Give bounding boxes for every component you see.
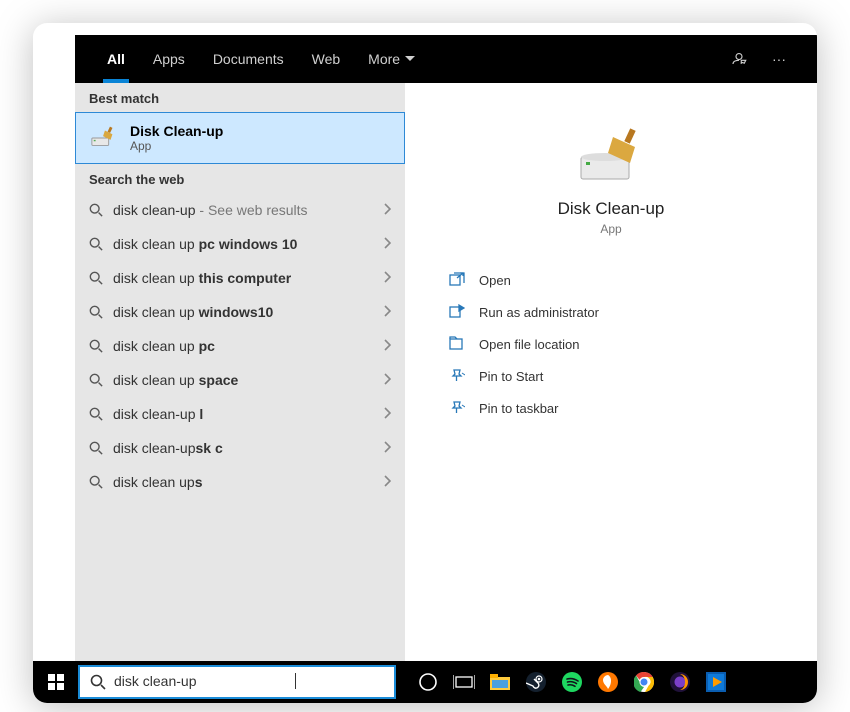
- suggestion-text: disk clean ups: [113, 474, 373, 490]
- suggestion-text: disk clean up space: [113, 372, 373, 388]
- web-suggestion[interactable]: disk clean-up l: [75, 397, 405, 431]
- suggestion-text: disk clean-up - See web results: [113, 202, 373, 218]
- result-detail: Disk Clean-up App Open Run as administrat…: [405, 83, 817, 661]
- section-web: Search the web: [75, 164, 405, 193]
- section-best-match: Best match: [75, 83, 405, 112]
- results-list: Best match Disk Clean-up App Search the …: [75, 83, 405, 661]
- firefox-icon[interactable]: [666, 668, 694, 696]
- steam-icon[interactable]: [522, 668, 550, 696]
- web-suggestion[interactable]: disk clean up space: [75, 363, 405, 397]
- chevron-right-icon: [383, 406, 391, 422]
- action-label: Open: [479, 273, 511, 288]
- tab-all[interactable]: All: [93, 35, 139, 83]
- options-icon[interactable]: ···: [759, 51, 799, 67]
- chevron-right-icon: [383, 372, 391, 388]
- admin-icon: [449, 304, 465, 321]
- search-input[interactable]: [114, 673, 295, 689]
- chevron-right-icon: [383, 338, 391, 354]
- tab-more[interactable]: More: [354, 35, 429, 83]
- detail-subtitle: App: [600, 222, 621, 236]
- suggestion-text: disk clean up pc windows 10: [113, 236, 373, 252]
- suggestion-text: disk clean up pc: [113, 338, 373, 354]
- tab-web[interactable]: Web: [298, 35, 355, 83]
- action-label: Pin to taskbar: [479, 401, 559, 416]
- detail-title: Disk Clean-up: [558, 199, 665, 219]
- start-button[interactable]: [36, 661, 76, 703]
- pinstart-icon: [449, 369, 465, 384]
- web-suggestion[interactable]: disk clean up pc: [75, 329, 405, 363]
- taskbar: [33, 661, 817, 703]
- action-pinstart[interactable]: Pin to Start: [449, 360, 801, 392]
- pintask-icon: [449, 401, 465, 416]
- search-tabs: All Apps Documents Web More ···: [75, 35, 817, 83]
- action-folder[interactable]: Open file location: [449, 328, 801, 360]
- search-icon: [90, 674, 106, 690]
- best-match-subtitle: App: [130, 139, 223, 153]
- chevron-right-icon: [383, 270, 391, 286]
- avast-icon[interactable]: [594, 668, 622, 696]
- action-label: Run as administrator: [479, 305, 599, 320]
- web-suggestion[interactable]: disk clean ups: [75, 465, 405, 499]
- feedback-icon[interactable]: [719, 49, 759, 70]
- chevron-right-icon: [383, 474, 391, 490]
- chevron-right-icon: [383, 440, 391, 456]
- search-panel: All Apps Documents Web More ··· Best mat…: [75, 35, 817, 661]
- task-view-icon[interactable]: [450, 668, 478, 696]
- tab-apps[interactable]: Apps: [139, 35, 199, 83]
- tab-documents[interactable]: Documents: [199, 35, 298, 83]
- suggestion-text: disk clean up this computer: [113, 270, 373, 286]
- action-label: Open file location: [479, 337, 579, 352]
- web-suggestion[interactable]: disk clean up windows10: [75, 295, 405, 329]
- web-suggestion[interactable]: disk clean-up - See web results: [75, 193, 405, 227]
- cortana-icon[interactable]: [414, 668, 442, 696]
- suggestion-text: disk clean-upsk c: [113, 440, 373, 456]
- chevron-right-icon: [383, 236, 391, 252]
- best-match-title: Disk Clean-up: [130, 123, 223, 139]
- taskbar-search[interactable]: [78, 665, 396, 699]
- chevron-right-icon: [383, 202, 391, 218]
- best-match-item[interactable]: Disk Clean-up App: [75, 112, 405, 164]
- suggestion-text: disk clean up windows10: [113, 304, 373, 320]
- web-suggestion[interactable]: disk clean up this computer: [75, 261, 405, 295]
- chrome-icon[interactable]: [630, 668, 658, 696]
- suggestion-text: disk clean-up l: [113, 406, 373, 422]
- action-label: Pin to Start: [479, 369, 543, 384]
- file-explorer-icon[interactable]: [486, 668, 514, 696]
- folder-icon: [449, 336, 465, 353]
- web-suggestion[interactable]: disk clean up pc windows 10: [75, 227, 405, 261]
- disk-cleanup-icon: [90, 126, 118, 150]
- action-open[interactable]: Open: [449, 264, 801, 296]
- action-admin[interactable]: Run as administrator: [449, 296, 801, 328]
- media-player-icon[interactable]: [702, 668, 730, 696]
- action-pintask[interactable]: Pin to taskbar: [449, 392, 801, 424]
- spotify-icon[interactable]: [558, 668, 586, 696]
- disk-cleanup-icon: [571, 127, 651, 187]
- open-icon: [449, 272, 465, 289]
- chevron-right-icon: [383, 304, 391, 320]
- web-suggestion[interactable]: disk clean-upsk c: [75, 431, 405, 465]
